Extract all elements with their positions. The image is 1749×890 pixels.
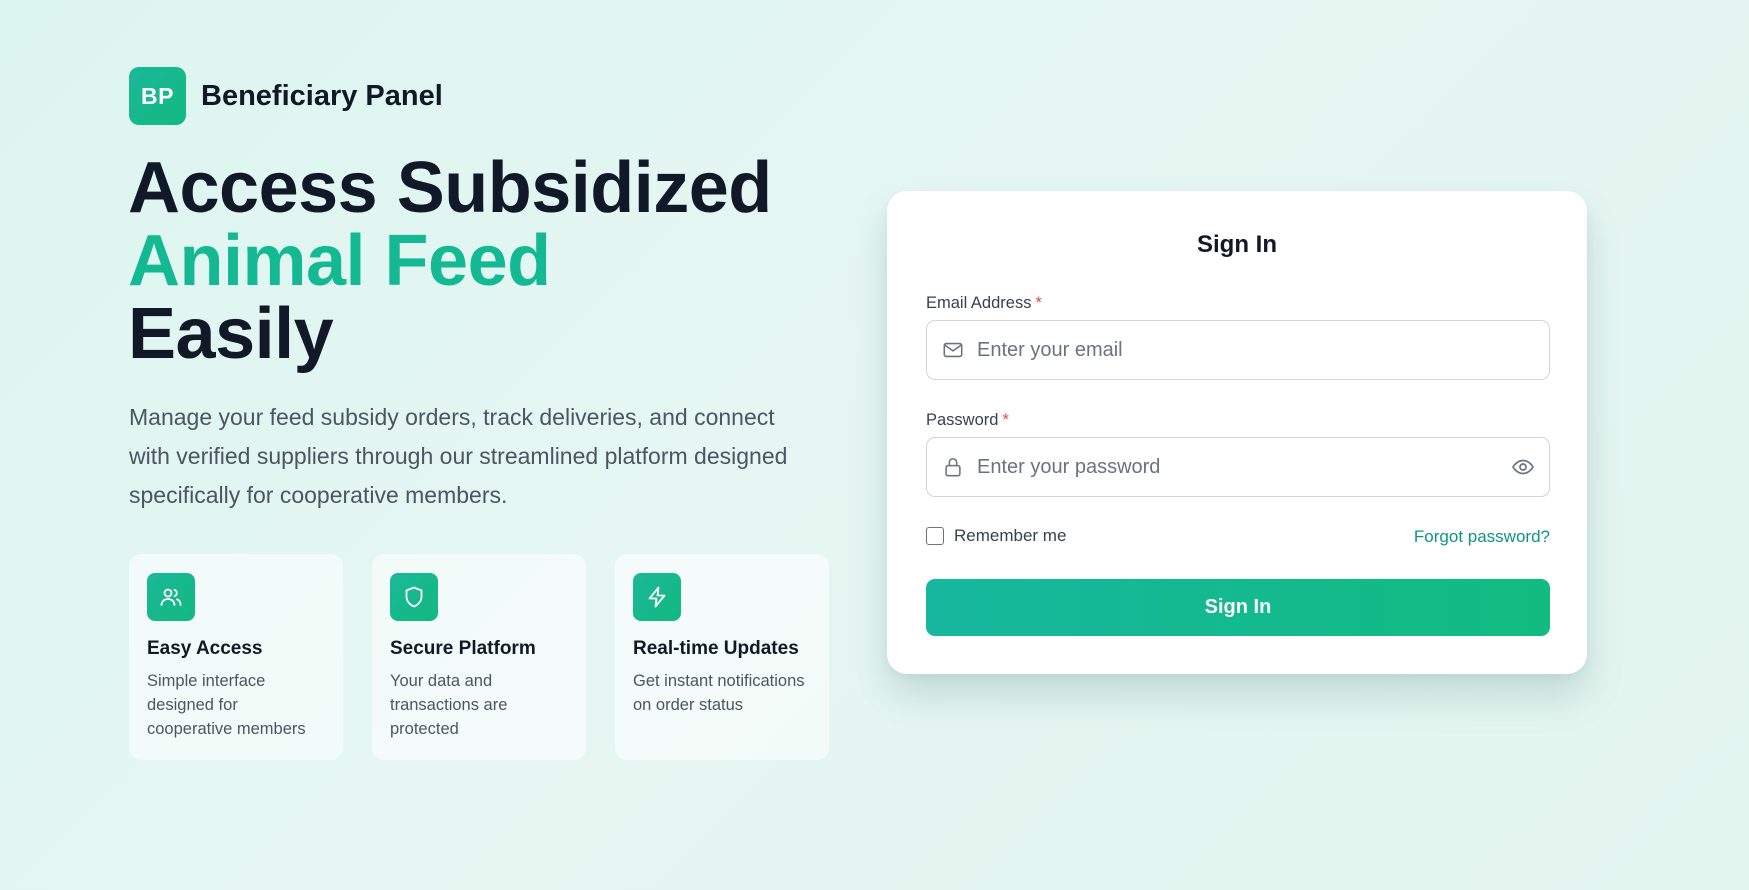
remember-me-label: Remember me bbox=[954, 526, 1067, 545]
hero-headline: Access Subsidized Animal Feed Easily bbox=[128, 152, 772, 371]
lightning-icon bbox=[633, 573, 681, 621]
feature-card-easy-access: Easy Access Simple interface designed fo… bbox=[129, 554, 343, 760]
feature-title: Secure Platform bbox=[390, 638, 536, 659]
forgot-password-link[interactable]: Forgot password? bbox=[1414, 527, 1550, 547]
brand: BP Beneficiary Panel bbox=[129, 67, 443, 125]
feature-title: Easy Access bbox=[147, 638, 263, 659]
password-label: Password * bbox=[926, 411, 1009, 430]
remember-me-checkbox[interactable] bbox=[926, 527, 944, 545]
password-input[interactable] bbox=[977, 455, 1511, 479]
feature-description: Simple interface designed for cooperativ… bbox=[147, 672, 306, 738]
feature-title: Real-time Updates bbox=[633, 638, 799, 659]
email-label: Email Address * bbox=[926, 294, 1042, 313]
lock-icon bbox=[941, 455, 965, 479]
hero-description: Manage your feed subsidy orders, track d… bbox=[129, 404, 788, 508]
feature-list: Easy Access Simple interface designed fo… bbox=[129, 554, 829, 760]
signin-card: Sign In Email Address* Password* bbox=[887, 191, 1587, 674]
feature-description: Get instant notifications on order statu… bbox=[633, 672, 805, 714]
feature-card-realtime-updates: Real-time Updates Get instant notificati… bbox=[615, 554, 829, 760]
email-label-text: Email Address bbox=[926, 294, 1032, 312]
hero-headline-line3: Easily bbox=[128, 294, 334, 374]
feature-description: Your data and transactions are protected bbox=[390, 672, 508, 738]
email-field-wrapper bbox=[926, 320, 1550, 380]
email-input[interactable] bbox=[977, 338, 1535, 362]
required-marker: * bbox=[1002, 411, 1009, 429]
brand-name: Beneficiary Panel bbox=[201, 79, 443, 112]
signin-title: Sign In bbox=[1197, 231, 1277, 258]
password-label-text: Password bbox=[926, 411, 999, 429]
feature-card-secure-platform: Secure Platform Your data and transactio… bbox=[372, 554, 586, 760]
hero-headline-accent: Animal Feed bbox=[128, 221, 551, 301]
eye-icon[interactable] bbox=[1511, 455, 1535, 479]
required-marker: * bbox=[1035, 294, 1042, 312]
remember-me[interactable]: Remember me bbox=[926, 526, 1066, 546]
signin-button[interactable]: Sign In bbox=[926, 579, 1550, 636]
hero-headline-line1: Access Subsidized bbox=[128, 148, 772, 228]
password-field-wrapper bbox=[926, 437, 1550, 497]
users-icon bbox=[147, 573, 195, 621]
brand-logo: BP bbox=[129, 67, 186, 125]
mail-icon bbox=[941, 338, 965, 362]
shield-icon bbox=[390, 573, 438, 621]
